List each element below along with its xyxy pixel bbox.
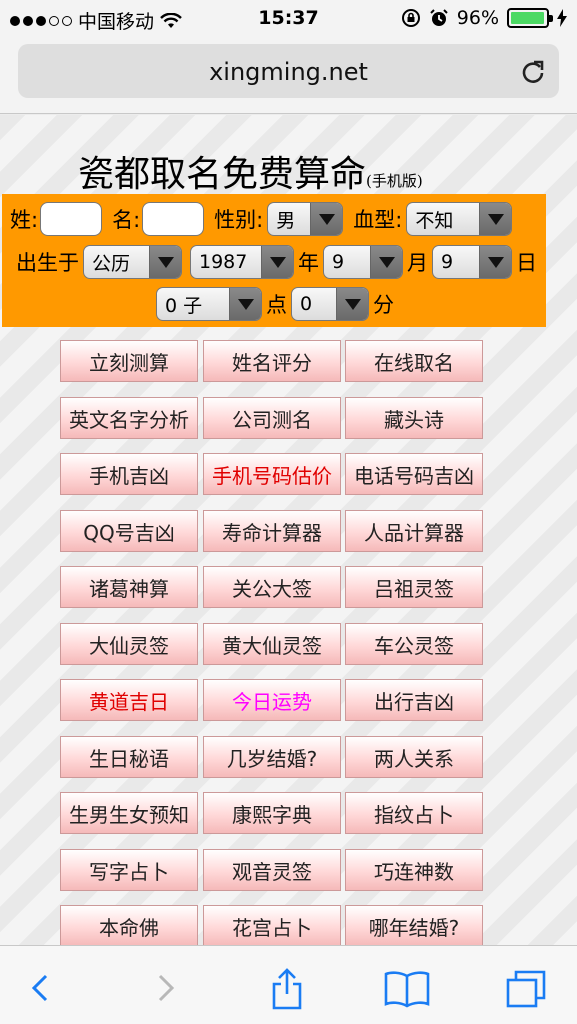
link-button[interactable]: 本命佛 bbox=[60, 905, 198, 945]
form-row-name: 姓: 名: 性别: 男 血型: 不知 bbox=[8, 202, 514, 236]
link-button[interactable]: 手机吉凶 bbox=[60, 453, 198, 495]
battery-icon bbox=[507, 8, 553, 28]
rotation-lock-icon bbox=[401, 9, 420, 27]
blood-type-label: 血型: bbox=[353, 208, 403, 232]
hour-select[interactable]: 0 子 bbox=[156, 287, 262, 321]
link-button[interactable]: 黄道吉日 bbox=[60, 679, 198, 721]
link-button[interactable]: 在线取名 bbox=[345, 340, 483, 382]
battery-percent: 96% bbox=[456, 7, 499, 29]
form-row-time: 0 子 点 0 分 bbox=[154, 287, 396, 321]
birth-info-form: 姓: 名: 性别: 男 血型: 不知 出生于 公历 1987 年 9 月 9 日… bbox=[2, 194, 546, 327]
link-button[interactable]: 手机号码估价 bbox=[203, 453, 341, 495]
chevron-down-icon bbox=[310, 203, 343, 235]
link-button[interactable]: 诸葛神算 bbox=[60, 566, 198, 608]
link-button[interactable]: 车公灵签 bbox=[345, 623, 483, 665]
share-icon[interactable] bbox=[262, 966, 312, 1010]
given-name-label: 名: bbox=[112, 208, 141, 232]
link-button[interactable]: 藏头诗 bbox=[345, 397, 483, 439]
link-button[interactable]: 公司测名 bbox=[203, 397, 341, 439]
link-button[interactable]: 出行吉凶 bbox=[345, 679, 483, 721]
reload-icon[interactable] bbox=[519, 58, 547, 86]
link-button[interactable]: 英文名字分析 bbox=[60, 397, 198, 439]
born-label: 出生于 bbox=[16, 251, 79, 275]
form-row-birth: 出生于 公历 1987 年 9 月 9 日 bbox=[14, 245, 539, 279]
link-button[interactable]: 几岁结婚? bbox=[203, 736, 341, 778]
battery-fill bbox=[511, 12, 544, 24]
forward-icon[interactable] bbox=[140, 966, 190, 1010]
chevron-down-icon bbox=[229, 288, 261, 320]
link-button[interactable]: 大仙灵签 bbox=[60, 623, 198, 665]
year-label: 年 bbox=[298, 251, 319, 275]
minute-label: 分 bbox=[373, 293, 394, 317]
blood-type-select[interactable]: 不知 bbox=[406, 202, 513, 236]
link-button[interactable]: 人品计算器 bbox=[345, 510, 483, 552]
surname-input[interactable] bbox=[40, 202, 103, 236]
link-button[interactable]: 两人关系 bbox=[345, 736, 483, 778]
charging-icon bbox=[557, 9, 567, 27]
page-title: 瓷都取名免费算命(手机版) bbox=[78, 145, 423, 197]
link-button[interactable]: 吕祖灵签 bbox=[345, 566, 483, 608]
month-label: 月 bbox=[407, 251, 428, 275]
battery-nub bbox=[549, 15, 553, 22]
address-bar[interactable]: xingming.net bbox=[18, 44, 559, 98]
month-select[interactable]: 9 bbox=[323, 245, 403, 279]
hour-value: 0 子 bbox=[165, 294, 203, 317]
link-button[interactable]: 电话号码吉凶 bbox=[345, 453, 483, 495]
minute-select[interactable]: 0 bbox=[291, 287, 369, 321]
gender-value: 男 bbox=[276, 209, 296, 232]
back-icon[interactable] bbox=[16, 966, 66, 1010]
link-button[interactable]: 立刻测算 bbox=[60, 340, 198, 382]
url-text[interactable]: xingming.net bbox=[18, 58, 559, 86]
link-button[interactable]: 寿命计算器 bbox=[203, 510, 341, 552]
link-button[interactable]: 黄大仙灵签 bbox=[203, 623, 341, 665]
minute-value: 0 bbox=[300, 293, 313, 315]
page-title-text: 瓷都取名免费算命 bbox=[78, 154, 367, 195]
calendar-select[interactable]: 公历 bbox=[83, 245, 182, 279]
chevron-down-icon bbox=[479, 203, 512, 235]
link-button[interactable]: 写字占卜 bbox=[60, 849, 198, 891]
gender-select[interactable]: 男 bbox=[267, 202, 344, 236]
chevron-down-icon bbox=[370, 246, 402, 278]
link-button[interactable]: 康熙字典 bbox=[203, 792, 341, 834]
link-button[interactable]: 巧连神数 bbox=[345, 849, 483, 891]
link-button[interactable]: 哪年结婚? bbox=[345, 905, 483, 945]
year-select[interactable]: 1987 bbox=[190, 245, 294, 279]
link-button[interactable]: 今日运势 bbox=[203, 679, 341, 721]
bookmarks-icon[interactable] bbox=[382, 966, 432, 1010]
calendar-value: 公历 bbox=[92, 252, 131, 275]
link-button[interactable]: 生男生女预知 bbox=[60, 792, 198, 834]
chevron-down-icon bbox=[261, 246, 293, 278]
chevron-down-icon bbox=[336, 288, 368, 320]
link-button[interactable]: 观音灵签 bbox=[203, 849, 341, 891]
status-right: 96% bbox=[401, 7, 567, 29]
link-button[interactable]: 姓名评分 bbox=[203, 340, 341, 382]
chevron-down-icon bbox=[149, 246, 181, 278]
link-button[interactable]: 指纹占卜 bbox=[345, 792, 483, 834]
given-name-input[interactable] bbox=[142, 202, 205, 236]
month-value: 9 bbox=[332, 251, 345, 273]
status-bar: 中国移动 15:37 96% bbox=[0, 0, 577, 38]
tabs-icon[interactable] bbox=[502, 966, 552, 1010]
blood-type-value: 不知 bbox=[415, 209, 454, 232]
day-value: 9 bbox=[441, 251, 454, 273]
link-button[interactable]: 生日秘语 bbox=[60, 736, 198, 778]
day-select[interactable]: 9 bbox=[432, 245, 512, 279]
page-title-suffix: (手机版) bbox=[366, 172, 423, 190]
day-label: 日 bbox=[516, 251, 537, 275]
alarm-icon bbox=[430, 9, 448, 26]
year-value: 1987 bbox=[199, 251, 248, 273]
browser-address-area: xingming.net bbox=[0, 38, 577, 114]
surname-label: 姓: bbox=[10, 208, 39, 232]
chevron-down-icon bbox=[479, 246, 511, 278]
hour-label: 点 bbox=[266, 293, 287, 317]
browser-toolbar bbox=[0, 945, 577, 1024]
link-button[interactable]: 关公大签 bbox=[203, 566, 341, 608]
link-button[interactable]: 花宫占卜 bbox=[203, 905, 341, 945]
link-button[interactable]: QQ号吉凶 bbox=[60, 510, 198, 552]
web-page: 瓷都取名免费算命(手机版) 姓: 名: 性别: 男 血型: 不知 出生于 公历 bbox=[0, 115, 577, 945]
gender-label: 性别: bbox=[214, 208, 264, 232]
